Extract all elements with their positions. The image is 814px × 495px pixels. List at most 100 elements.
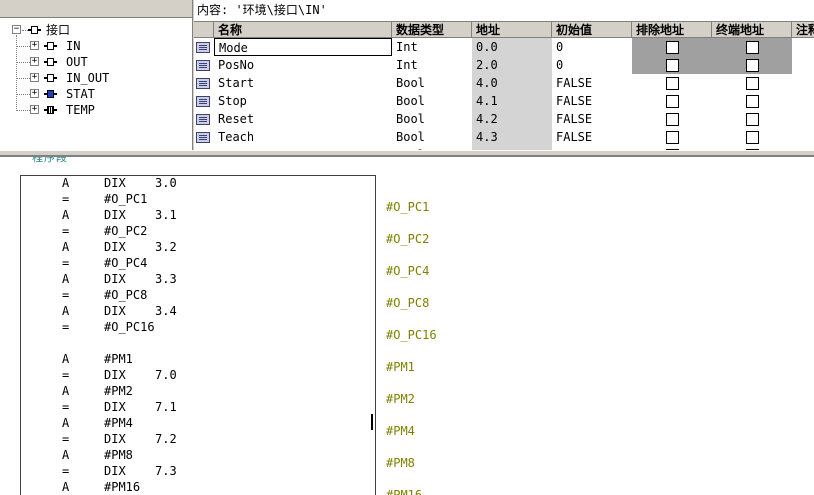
code-num: 7.2 — [155, 432, 177, 446]
cell-data-type[interactable]: Int — [392, 38, 472, 56]
header-name[interactable]: 名称 — [214, 22, 392, 38]
cell-data-type[interactable]: Int — [392, 56, 472, 74]
cell-name[interactable]: Reset — [214, 110, 392, 128]
terminal-address-checkbox[interactable] — [746, 77, 759, 90]
code-line[interactable]: = DIX 7.1 — [0, 399, 814, 415]
cell-initial-value[interactable]: FALSE — [552, 128, 632, 146]
tree-item-in-out[interactable]: IN_OUT — [66, 70, 109, 86]
code-line[interactable]: A DIX 3.2 — [0, 239, 814, 255]
code-editor[interactable]: 程序段 A DIX 3.0 = #O_PC1 #O_PC1 A DIX 3.1 = #O_PC2 #O… — [0, 156, 814, 495]
code-arg: #O_PC8 — [104, 288, 148, 302]
terminal-address-checkbox[interactable] — [746, 95, 759, 108]
code-line[interactable]: A #PM1 #PM1 — [0, 351, 814, 374]
code-op: = — [62, 320, 70, 334]
cell-name[interactable]: Stop — [214, 92, 392, 110]
code-num: 7.1 — [155, 400, 177, 414]
code-line[interactable]: = DIX 7.0 — [0, 367, 814, 383]
code-op: A — [62, 272, 70, 286]
tree-item-stat[interactable]: STAT — [66, 86, 95, 102]
header-data-type[interactable]: 数据类型 — [392, 22, 472, 38]
expand-icon[interactable]: + — [30, 73, 39, 82]
expand-icon[interactable]: + — [30, 105, 39, 114]
expand-icon[interactable]: + — [30, 41, 39, 50]
row-icon — [196, 114, 210, 125]
code-line[interactable]: A DIX 3.0 — [0, 175, 814, 191]
code-op: = — [62, 192, 70, 206]
parameter-icon — [44, 105, 57, 115]
code-line[interactable]: A #PM8 #PM8 — [0, 447, 814, 470]
header-terminal-address[interactable]: 终端地址 — [712, 22, 792, 38]
code-line[interactable]: = #O_PC16 #O_PC16 — [0, 319, 814, 342]
interface-tree: − 接口 + IN + OUT + IN_OUT + STAT + TEMP — [0, 0, 193, 150]
interface-icon — [28, 25, 41, 35]
code-num: 7.0 — [155, 368, 177, 382]
header-address[interactable]: 地址 — [472, 22, 552, 38]
code-line[interactable]: = #O_PC4 #O_PC4 — [0, 255, 814, 278]
expand-icon[interactable]: + — [30, 89, 39, 98]
cell-data-type[interactable]: Bool — [392, 128, 472, 146]
code-arg: DIX — [104, 464, 126, 478]
exclude-address-checkbox[interactable] — [666, 113, 679, 126]
code-line[interactable]: A #PM2 #PM2 — [0, 383, 814, 406]
cell-initial-value[interactable]: FALSE — [552, 92, 632, 110]
cell-initial-value[interactable]: FALSE — [552, 74, 632, 92]
code-arg: #PM1 — [104, 352, 133, 366]
cell-initial-value[interactable]: FALSE — [552, 110, 632, 128]
code-comment: #PM16 — [386, 488, 423, 495]
code-line[interactable]: A #PM4 #PM4 — [0, 415, 814, 438]
tree-connector — [17, 78, 30, 79]
cell-initial-value[interactable]: 0 — [552, 56, 632, 74]
exclude-address-checkbox[interactable] — [666, 95, 679, 108]
code-arg: DIX — [104, 368, 126, 382]
tree-item-out[interactable]: OUT — [66, 54, 88, 70]
code-num: 7.3 — [155, 464, 177, 478]
cell-name[interactable]: Teach — [214, 128, 392, 146]
code-op: = — [62, 432, 70, 446]
cell-address: 2.0 — [472, 56, 552, 74]
exclude-address-checkbox[interactable] — [666, 77, 679, 90]
tree-item-in[interactable]: IN — [66, 38, 80, 54]
code-line[interactable]: A DIX 3.3 — [0, 271, 814, 287]
tree-root-label[interactable]: 接口 — [46, 22, 70, 38]
exclude-address-checkbox[interactable] — [666, 131, 679, 144]
code-line[interactable]: = #O_PC2 #O_PC2 — [0, 223, 814, 246]
code-op: A — [62, 208, 70, 222]
code-arg: #PM4 — [104, 416, 133, 430]
code-num: 3.3 — [155, 272, 177, 286]
header-initial-value[interactable]: 初始值 — [552, 22, 632, 38]
exclude-address-checkbox[interactable] — [666, 59, 679, 72]
code-line[interactable] — [0, 335, 814, 351]
header-comment[interactable]: 注释 — [792, 22, 814, 38]
collapse-icon[interactable]: − — [12, 25, 21, 34]
row-icon — [196, 132, 210, 143]
code-num: 3.0 — [155, 176, 177, 190]
cell-name[interactable]: Start — [214, 74, 392, 92]
code-line[interactable]: A DIX 3.1 — [0, 207, 814, 223]
code-line[interactable]: = #O_PC1 #O_PC1 — [0, 191, 814, 214]
exclude-address-checkbox[interactable] — [666, 41, 679, 54]
cell-initial-value[interactable]: 0 — [552, 38, 632, 56]
cell-data-type[interactable]: Bool — [392, 110, 472, 128]
row-icon — [196, 60, 210, 71]
cell-data-type[interactable]: Bool — [392, 74, 472, 92]
code-line[interactable]: A #PM16 #PM16 — [0, 479, 814, 495]
cell-name[interactable]: PosNo — [214, 56, 392, 74]
tree-connector — [17, 46, 30, 47]
header-exclude-address[interactable]: 排除地址 — [632, 22, 712, 38]
terminal-address-checkbox[interactable] — [746, 59, 759, 72]
code-arg: DIX — [104, 304, 126, 318]
cell-name[interactable]: Mode — [214, 38, 392, 56]
terminal-address-checkbox[interactable] — [746, 41, 759, 54]
terminal-address-checkbox[interactable] — [746, 113, 759, 126]
expand-icon[interactable]: + — [30, 57, 39, 66]
text-caret — [371, 414, 373, 430]
tree-item-temp[interactable]: TEMP — [66, 102, 95, 118]
terminal-address-checkbox[interactable] — [746, 131, 759, 144]
code-line[interactable]: = DIX 7.2 — [0, 431, 814, 447]
code-num: 3.1 — [155, 208, 177, 222]
code-line[interactable]: = #O_PC8 #O_PC8 — [0, 287, 814, 310]
code-line[interactable]: A DIX 3.4 — [0, 303, 814, 319]
code-line[interactable]: = DIX 7.3 — [0, 463, 814, 479]
declaration-table: 名称 数据类型 地址 初始值 排除地址 终端地址 注释 ModeInt0.00 P… — [194, 22, 814, 150]
cell-data-type[interactable]: Bool — [392, 92, 472, 110]
